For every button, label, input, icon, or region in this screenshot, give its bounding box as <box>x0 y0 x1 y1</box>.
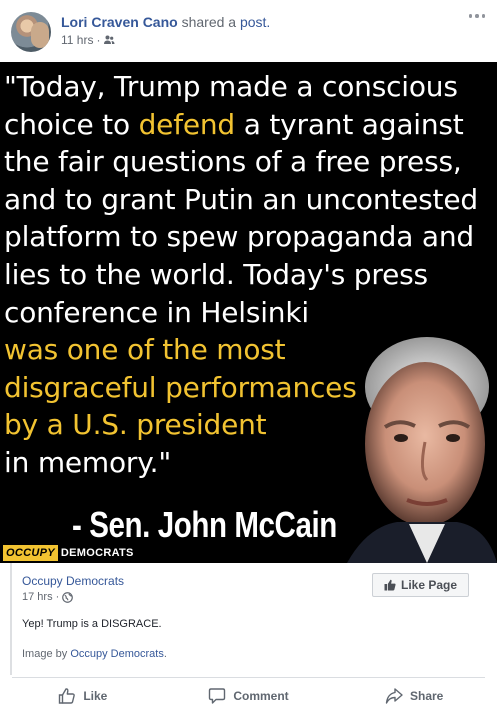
shared-post-text: Yep! Trump is a DISGRACE. <box>22 618 162 630</box>
friends-icon[interactable] <box>103 34 115 46</box>
post-image[interactable]: "Today, Trump made a conscious choice to… <box>0 62 497 563</box>
action-text: shared a <box>181 14 237 30</box>
globe-icon <box>62 591 74 603</box>
avatar[interactable] <box>11 12 51 52</box>
logo-part1: OCCUPY <box>3 545 58 561</box>
quote-line: the fair questions of a free press, <box>4 145 462 179</box>
occupy-democrats-logo: OCCUPY DEMOCRATS <box>3 545 137 561</box>
attribution-link[interactable]: Occupy Democrats <box>70 648 164 660</box>
shared-post-meta: 17 hrs · <box>22 591 74 603</box>
meta-separator: · <box>55 591 60 603</box>
quote-text: "Today, Trump made a conscious choice to… <box>4 68 494 482</box>
comment-label: Comment <box>233 689 289 703</box>
quote-line: lies to the world. Today's press <box>4 257 428 291</box>
post-link[interactable]: post. <box>240 14 270 30</box>
like-icon <box>59 688 76 704</box>
image-attribution: Image by Occupy Democrats. <box>22 648 167 660</box>
share-button[interactable]: Share <box>331 678 497 714</box>
post-title: Lori Craven Cano shared a post. <box>61 14 270 31</box>
quote-line-highlight: was one of the most <box>4 333 286 367</box>
post-time[interactable]: 11 hrs <box>61 33 93 47</box>
post-header: Lori Craven Cano shared a post. 11 hrs · <box>0 0 497 62</box>
quote-line: choice to defend a tyrant against <box>4 107 464 141</box>
meta-separator: · <box>96 33 101 47</box>
post-meta: 11 hrs · <box>61 33 115 47</box>
logo-part2: DEMOCRATS <box>60 547 134 559</box>
quote-line: platform to spew propaganda and <box>4 220 474 254</box>
post-actions: Like Comment Share <box>0 678 497 714</box>
comment-button[interactable]: Comment <box>166 678 332 714</box>
like-label: Like <box>83 689 108 703</box>
share-label: Share <box>410 689 444 703</box>
shared-post-card: Occupy Democrats 17 hrs · Like Page Yep!… <box>10 563 487 675</box>
quote-line: in memory." <box>4 445 172 479</box>
quote-signature: - Sen. John McCain <box>72 504 337 545</box>
share-icon <box>385 688 403 704</box>
more-options-icon[interactable] <box>467 8 487 24</box>
quote-line: and to grant Putin an uncontested <box>4 182 478 216</box>
comment-icon <box>209 688 226 704</box>
quote-line: conference in Helsinki <box>4 295 309 329</box>
like-button[interactable]: Like <box>0 678 166 714</box>
thumbs-up-icon <box>384 579 396 591</box>
quote-line-highlight: by a U.S. president <box>4 408 267 442</box>
author-name-link[interactable]: Lori Craven Cano <box>61 14 178 30</box>
shared-post-time[interactable]: 17 hrs <box>22 591 53 603</box>
quote-line-highlight: disgraceful performances <box>4 370 357 404</box>
quote-line: "Today, Trump made a conscious <box>4 70 458 103</box>
like-page-button[interactable]: Like Page <box>372 573 469 597</box>
page-name-link[interactable]: Occupy Democrats <box>22 574 124 588</box>
like-page-label: Like Page <box>400 578 458 592</box>
